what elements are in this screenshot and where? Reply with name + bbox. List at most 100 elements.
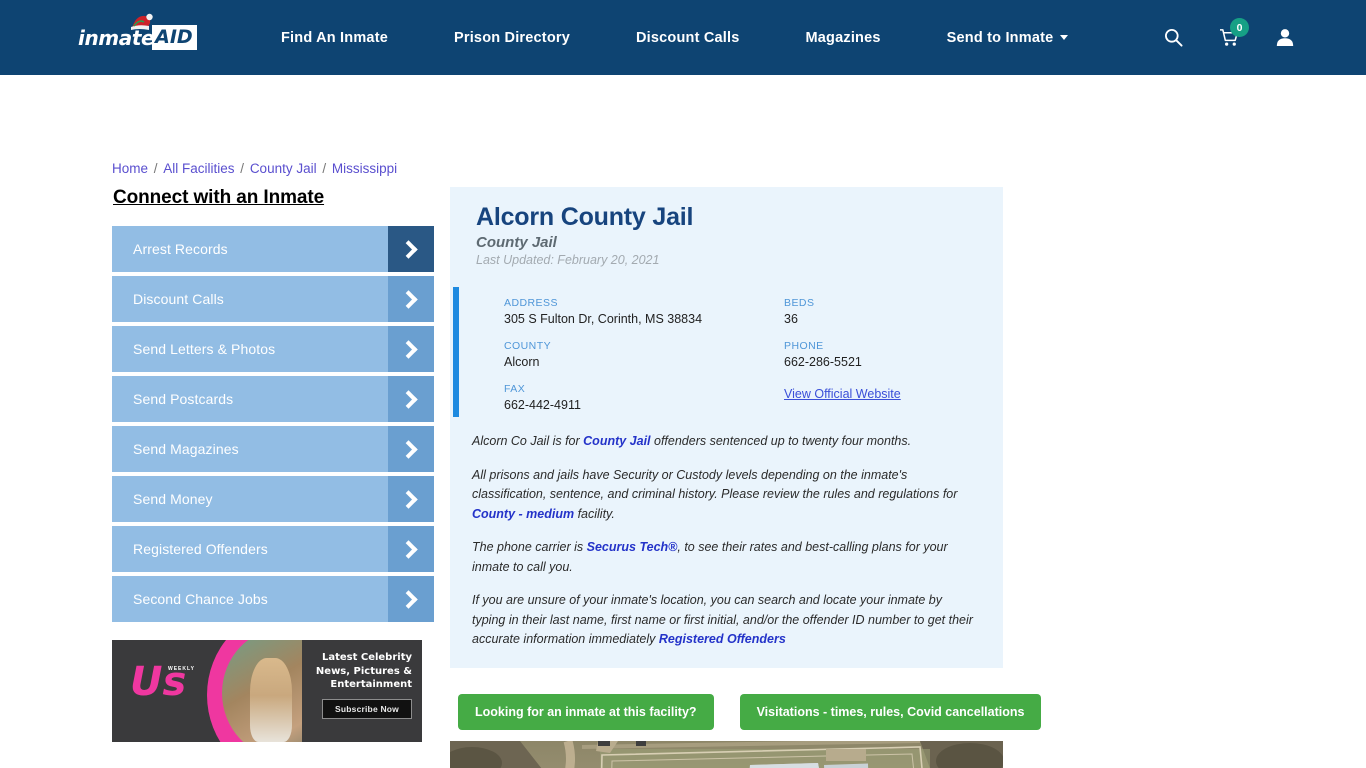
ad-copy-block: Latest Celebrity News, Pictures & Entert… — [302, 640, 422, 742]
nav-item-find-an-inmate[interactable]: Find An Inmate — [248, 30, 421, 46]
sidebar-item-label: Send Magazines — [133, 441, 239, 457]
ad-brand-sublabel: WEEKLY — [168, 666, 195, 672]
ad-subscribe-button[interactable]: Subscribe Now — [321, 698, 412, 719]
breadcrumb-item-all-facilities[interactable]: All Facilities — [163, 161, 234, 176]
official-website-link[interactable]: View Official Website — [784, 387, 901, 401]
ad-copy-line-1: Latest Celebrity — [321, 652, 412, 663]
nav-item-discount-calls[interactable]: Discount Calls — [603, 30, 773, 46]
chevron-right-icon — [388, 476, 434, 522]
breadcrumb-separator: / — [150, 161, 162, 176]
description-paragraph-2: All prisons and jails have Security or C… — [472, 466, 977, 525]
breadcrumb-item-mississippi[interactable]: Mississippi — [332, 161, 397, 176]
sidebar-item-send-postcards[interactable]: Send Postcards — [112, 376, 434, 422]
cta-button-row: Looking for an inmate at this facility? … — [450, 694, 1042, 730]
chevron-right-icon — [388, 376, 434, 422]
breadcrumb: Home / All Facilities / County Jail / Mi… — [112, 161, 397, 176]
ad-person-figure — [250, 658, 292, 742]
detail-value: 305 S Fulton Dr, Corinth, MS 38834 — [504, 312, 703, 326]
site-logo[interactable]: inmate AID — [78, 13, 197, 59]
cart-count-badge: 0 — [1230, 18, 1249, 37]
detail-label-spacer — [784, 383, 977, 384]
detail-label: FAX — [504, 383, 526, 395]
logo-word-aid: AID — [152, 25, 197, 50]
facility-header: Alcorn County Jail County Jail Last Upda… — [450, 187, 1003, 279]
sidebar-item-registered-offenders[interactable]: Registered Offenders — [112, 526, 434, 572]
sidebar-item-second-chance-jobs[interactable]: Second Chance Jobs — [112, 576, 434, 622]
description-paragraph-1: Alcorn Co Jail is for County Jail offend… — [472, 432, 977, 452]
description-paragraph-4: If you are unsure of your inmate's locat… — [472, 591, 977, 650]
facility-details-section: ADDRESS 305 S Fulton Dr, Corinth, MS 388… — [453, 279, 1003, 432]
breadcrumb-separator: / — [318, 161, 330, 176]
sidebar-item-arrest-records[interactable]: Arrest Records — [112, 226, 434, 272]
facility-type-label: County Jail — [476, 234, 557, 251]
sidebar-item-discount-calls[interactable]: Discount Calls — [112, 276, 434, 322]
link-registered-offenders[interactable]: Registered Offenders — [659, 632, 786, 646]
ad-copy-line-2: News, Pictures & — [315, 665, 412, 677]
nav-item-prison-directory[interactable]: Prison Directory — [421, 30, 603, 46]
sidebar-advertisement[interactable]: Us WEEKLY Latest Celebrity News, Picture… — [112, 640, 422, 742]
desc-text: Alcorn Co Jail is for — [472, 434, 584, 448]
breadcrumb-separator: / — [236, 161, 248, 176]
detail-value: Alcorn — [504, 355, 540, 369]
breadcrumb-item-county-jail[interactable]: County Jail — [250, 161, 317, 176]
link-securus-tech[interactable]: Securus Tech® — [587, 540, 678, 554]
sidebar-item-send-letters-photos[interactable]: Send Letters & Photos — [112, 326, 434, 372]
chevron-right-icon — [388, 576, 434, 622]
top-navigation-bar: inmate AID Find An Inmate Prison Directo… — [0, 0, 1366, 75]
header-icon-group: 0 — [1164, 18, 1294, 47]
visitations-button[interactable]: Visitations - times, rules, Covid cancel… — [739, 694, 1042, 730]
chevron-right-icon — [388, 276, 434, 322]
aerial-photo-graphic — [450, 741, 1003, 768]
sidebar-item-label: Send Postcards — [133, 391, 234, 407]
facility-aerial-photo — [450, 741, 1003, 768]
sidebar-item-label: Registered Offenders — [133, 541, 268, 557]
nav-item-magazines[interactable]: Magazines — [773, 30, 914, 46]
detail-official-website: View Official Website — [784, 383, 977, 412]
main-nav-links: Find An Inmate Prison Directory Discount… — [248, 30, 1101, 46]
detail-value: 36 — [784, 312, 798, 326]
blue-accent-bar — [453, 287, 459, 417]
desc-text: facility. — [574, 506, 615, 521]
description-paragraph-3: The phone carrier is Securus Tech®, to s… — [472, 538, 977, 577]
page-title: Alcorn County Jail — [476, 203, 694, 231]
sidebar-item-label: Discount Calls — [133, 291, 224, 307]
detail-label: ADDRESS — [504, 297, 558, 309]
sidebar-item-send-money[interactable]: Send Money — [112, 476, 434, 522]
ad-copy-line-3: Entertainment — [330, 679, 412, 690]
ad-image: Us WEEKLY — [112, 640, 302, 742]
user-account-icon[interactable] — [1276, 28, 1294, 47]
detail-county: COUNTY Alcorn — [504, 340, 784, 369]
detail-label: COUNTY — [504, 340, 552, 352]
detail-label: PHONE — [784, 340, 824, 352]
facility-description: Alcorn Co Jail is for County Jail offend… — [450, 432, 1003, 668]
facility-details-grid: ADDRESS 305 S Fulton Dr, Corinth, MS 388… — [479, 297, 977, 412]
desc-text: All prisons and jails have Security or C… — [472, 467, 958, 502]
detail-fax: FAX 662-442-4911 — [504, 383, 784, 412]
detail-address: ADDRESS 305 S Fulton Dr, Corinth, MS 388… — [504, 297, 784, 326]
search-icon[interactable] — [1164, 28, 1183, 47]
chevron-right-icon — [388, 526, 434, 572]
nav-item-send-to-inmate[interactable]: Send to Inmate — [914, 30, 1102, 46]
detail-label: BEDS — [784, 297, 815, 309]
detail-beds: BEDS 36 — [784, 297, 977, 326]
sidebar-item-label: Second Chance Jobs — [133, 591, 268, 607]
chevron-right-icon — [388, 426, 434, 472]
find-inmate-button[interactable]: Looking for an inmate at this facility? — [458, 694, 714, 730]
sidebar-item-send-magazines[interactable]: Send Magazines — [112, 426, 434, 472]
detail-phone: PHONE 662-286-5521 — [784, 340, 977, 369]
sidebar-item-label: Send Letters & Photos — [133, 341, 276, 357]
cart-icon[interactable]: 0 — [1219, 18, 1249, 47]
facility-info-card: Alcorn County Jail County Jail Last Upda… — [450, 187, 1003, 668]
desc-text: offenders sentenced up to twenty four mo… — [650, 434, 912, 448]
chevron-right-icon — [388, 326, 434, 372]
sidebar-item-label: Arrest Records — [133, 241, 228, 257]
link-county-jail[interactable]: County Jail — [583, 434, 650, 448]
detail-value: 662-286-5521 — [784, 355, 862, 369]
desc-text: The phone carrier is — [472, 540, 587, 554]
detail-value: 662-442-4911 — [504, 398, 581, 412]
link-county-medium[interactable]: County - medium — [472, 507, 574, 521]
connect-sidebar: Connect with an Inmate Arrest Records Di… — [112, 187, 434, 626]
chevron-right-icon — [388, 226, 434, 272]
breadcrumb-item-home[interactable]: Home — [112, 161, 148, 176]
logo-word-inmate: inmate — [78, 25, 155, 50]
